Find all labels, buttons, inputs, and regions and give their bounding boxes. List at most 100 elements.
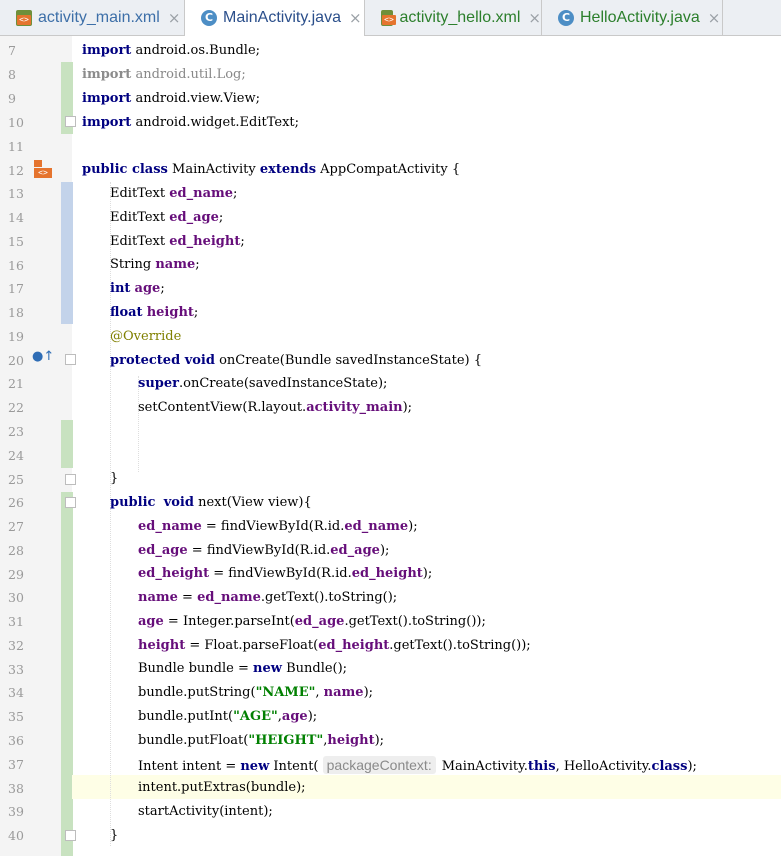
field-name: activity_main <box>306 400 403 415</box>
code-line-20[interactable]: protected void onCreate(Bundle savedInst… <box>110 350 482 372</box>
field-name: ed_height <box>351 566 423 581</box>
code-line-13[interactable]: EditText ed_name; <box>110 183 237 205</box>
editor-gutter[interactable]: <> ●↑ 7 8 9 10 11 12 13 14 15 16 17 18 1… <box>0 36 76 856</box>
code-line-25[interactable]: } <box>110 468 118 490</box>
tab-main-activity-java[interactable]: C MainActivity.java × <box>185 0 365 36</box>
keyword: import <box>82 115 132 130</box>
line-number: 15 <box>8 234 24 249</box>
tab-hello-activity-java[interactable]: C HelloActivity.java × <box>542 0 723 35</box>
code-line-19[interactable]: @Override <box>110 326 181 348</box>
code-text: ; <box>160 281 165 296</box>
code-line-29[interactable]: ed_height = findViewById(R.id.ed_height)… <box>138 563 432 585</box>
code-line-38[interactable]: intent.putExtras(bundle); <box>138 777 306 799</box>
line-number: 9 <box>8 91 16 106</box>
code-line-7[interactable]: import android.os.Bundle; <box>82 40 260 62</box>
override-method-icon[interactable]: ●↑ <box>32 349 54 365</box>
code-text: onCreate(Bundle savedInstanceState) { <box>214 353 483 368</box>
code-line-26[interactable]: public void next(View view){ <box>110 492 312 514</box>
code-line-17[interactable]: int age; <box>110 278 165 300</box>
code-line-10[interactable]: import android.widget.EditText; <box>82 112 299 134</box>
code-text: String <box>110 257 156 272</box>
fold-marker-icon[interactable] <box>65 354 76 365</box>
line-number: 28 <box>8 543 24 558</box>
line-number: 38 <box>8 781 24 796</box>
code-text: } <box>110 828 119 843</box>
code-line-32[interactable]: height = Float.parseFloat(ed_height.getT… <box>138 635 531 657</box>
keyword: extends <box>259 162 317 177</box>
tab-activity-main-xml[interactable]: activity_main.xml × <box>0 0 185 35</box>
fold-marker-icon[interactable] <box>65 497 76 508</box>
line-number: 25 <box>8 472 24 487</box>
vcs-change-marker[interactable] <box>61 492 73 856</box>
code-line-40[interactable]: } <box>110 825 118 847</box>
field-name: age <box>281 709 308 724</box>
code-text: .getText().toString()); <box>344 614 486 629</box>
code-text: .onCreate(savedInstanceState); <box>178 376 388 391</box>
close-icon[interactable]: × <box>528 9 541 27</box>
code-line-18[interactable]: float height; <box>110 302 198 324</box>
keyword: int <box>110 281 131 296</box>
field-name: ed_age <box>138 543 188 558</box>
code-text: Bundle bundle = <box>138 661 254 676</box>
string-literal: "HEIGHT" <box>248 733 324 748</box>
field-name: name <box>138 590 178 605</box>
code-editor[interactable]: <> ●↑ 7 8 9 10 11 12 13 14 15 16 17 18 1… <box>0 36 781 856</box>
code-line-14[interactable]: EditText ed_age; <box>110 207 223 229</box>
keyword: public <box>110 495 156 510</box>
field-name: ed_age <box>330 543 380 558</box>
code-text: MainActivity <box>167 162 260 177</box>
code-text: android.widget.EditText; <box>131 115 300 130</box>
fold-marker-icon[interactable] <box>65 830 76 841</box>
code-line-31[interactable]: age = Integer.parseInt(ed_age.getText().… <box>138 611 486 633</box>
field-name: ed_height <box>138 566 210 581</box>
code-line-36[interactable]: bundle.putFloat("HEIGHT",height); <box>138 730 384 752</box>
line-number: 34 <box>8 685 24 700</box>
tab-activity-hello-xml[interactable]: activity_hello.xml × <box>365 0 542 35</box>
vcs-change-marker[interactable] <box>61 182 73 324</box>
code-line-22[interactable]: setContentView(R.layout.activity_main); <box>138 397 412 419</box>
code-text: MainActivity. <box>441 759 528 774</box>
code-line-15[interactable]: EditText ed_height; <box>110 231 245 253</box>
code-line-28[interactable]: ed_age = findViewById(R.id.ed_age); <box>138 540 389 562</box>
code-line-37[interactable]: Intent intent = new Intent( packageConte… <box>138 754 697 776</box>
field-name: ed_age <box>294 614 345 629</box>
code-text: = findViewById(R.id. <box>201 519 345 534</box>
code-line-21[interactable]: super.onCreate(savedInstanceState); <box>138 373 387 395</box>
vcs-change-marker[interactable] <box>61 420 73 468</box>
close-icon[interactable]: × <box>349 9 362 27</box>
fold-marker-icon[interactable] <box>65 474 76 485</box>
tab-label: MainActivity.java <box>223 9 341 26</box>
code-text: ); <box>687 759 697 774</box>
line-number: 40 <box>8 828 24 843</box>
code-line-8[interactable]: import android.util.Log; <box>82 64 246 86</box>
editor-tab-bar: activity_main.xml × C MainActivity.java … <box>0 0 781 36</box>
related-xml-icon[interactable]: <> <box>32 160 54 178</box>
line-number: 29 <box>8 567 24 582</box>
code-line-16[interactable]: String name; <box>110 254 200 276</box>
code-line-27[interactable]: ed_name = findViewById(R.id.ed_name); <box>138 516 418 538</box>
code-line-9[interactable]: import android.view.View; <box>82 88 260 110</box>
code-line-39[interactable]: startActivity(intent); <box>138 801 273 823</box>
field-name: ed_name <box>197 590 261 605</box>
code-text: Intent intent = <box>138 759 241 774</box>
code-line-12[interactable]: public class MainActivity extends AppCom… <box>82 159 460 181</box>
fold-marker-icon[interactable] <box>65 116 76 127</box>
code-text: ); <box>379 543 390 558</box>
close-icon[interactable]: × <box>168 9 181 27</box>
code-text: ); <box>363 685 374 700</box>
code-line-30[interactable]: name = ed_name.getText().toString(); <box>138 587 397 609</box>
keyword: new <box>240 759 270 774</box>
code-text: EditText <box>110 186 170 201</box>
field-name: height <box>327 733 375 748</box>
string-literal: "AGE" <box>233 709 278 724</box>
code-text: intent.putExtras(bundle); <box>138 780 306 795</box>
line-number: 26 <box>8 495 24 510</box>
code-text: } <box>110 471 119 486</box>
line-number: 10 <box>8 115 24 130</box>
code-line-33[interactable]: Bundle bundle = new Bundle(); <box>138 658 347 680</box>
code-line-35[interactable]: bundle.putInt("AGE",age); <box>138 706 317 728</box>
code-line-34[interactable]: bundle.putString("NAME", name); <box>138 682 373 704</box>
code-text: EditText <box>110 210 170 225</box>
line-number: 18 <box>8 305 24 320</box>
close-icon[interactable]: × <box>708 9 721 27</box>
